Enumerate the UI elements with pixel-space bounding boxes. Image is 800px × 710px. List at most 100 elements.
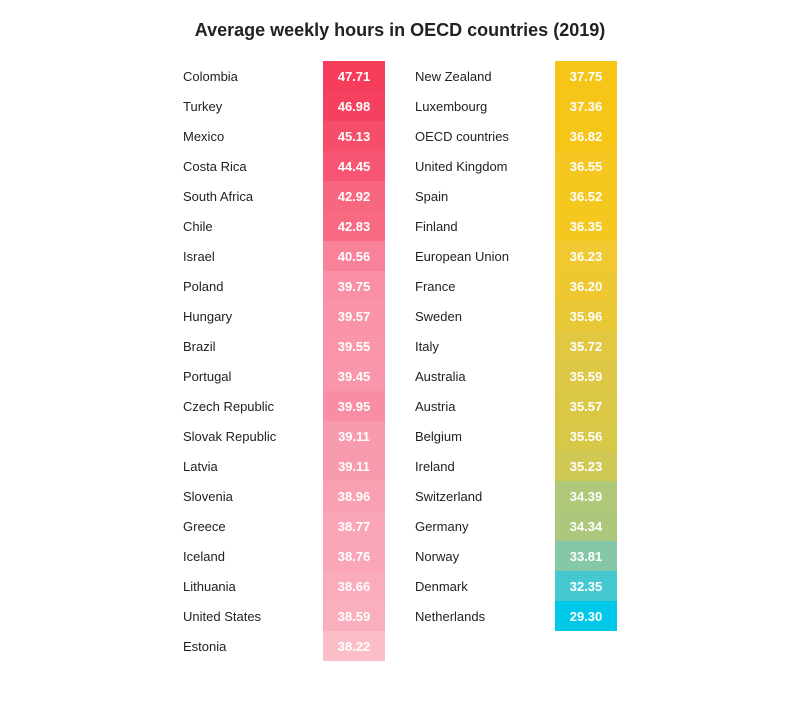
value-box: 46.98 <box>323 91 385 121</box>
table-row: Spain36.52 <box>415 181 617 211</box>
country-label: Estonia <box>183 631 323 661</box>
country-label: Iceland <box>183 541 323 571</box>
country-label: Luxembourg <box>415 91 555 121</box>
value-box: 35.59 <box>555 361 617 391</box>
country-label: Colombia <box>183 61 323 91</box>
table-row: South Africa42.92 <box>183 181 385 211</box>
table-row: Costa Rica44.45 <box>183 151 385 181</box>
country-label: Israel <box>183 241 323 271</box>
value-box: 38.59 <box>323 601 385 631</box>
value-box: 35.56 <box>555 421 617 451</box>
country-label: Denmark <box>415 571 555 601</box>
table-row: Latvia39.11 <box>183 451 385 481</box>
table-row: Luxembourg37.36 <box>415 91 617 121</box>
table-row: Netherlands29.30 <box>415 601 617 631</box>
table-row: Sweden35.96 <box>415 301 617 331</box>
value-box: 38.22 <box>323 631 385 661</box>
country-label: Slovenia <box>183 481 323 511</box>
value-box: 35.96 <box>555 301 617 331</box>
table-row: France36.20 <box>415 271 617 301</box>
table-row: Australia35.59 <box>415 361 617 391</box>
chart-container: Colombia47.71Turkey46.98Mexico45.13Costa… <box>20 61 780 661</box>
country-label: Poland <box>183 271 323 301</box>
table-row: Israel40.56 <box>183 241 385 271</box>
country-label: Portugal <box>183 361 323 391</box>
table-row: Belgium35.56 <box>415 421 617 451</box>
country-label: Lithuania <box>183 571 323 601</box>
value-box: 44.45 <box>323 151 385 181</box>
country-label: Czech Republic <box>183 391 323 421</box>
value-box: 35.23 <box>555 451 617 481</box>
country-label: United Kingdom <box>415 151 555 181</box>
value-box: 39.55 <box>323 331 385 361</box>
table-row: Colombia47.71 <box>183 61 385 91</box>
value-box: 35.57 <box>555 391 617 421</box>
country-label: European Union <box>415 241 555 271</box>
country-label: Latvia <box>183 451 323 481</box>
value-box: 36.23 <box>555 241 617 271</box>
country-label: Costa Rica <box>183 151 323 181</box>
value-box: 37.36 <box>555 91 617 121</box>
country-label: Finland <box>415 211 555 241</box>
table-row: Iceland38.76 <box>183 541 385 571</box>
country-label: Australia <box>415 361 555 391</box>
country-label: Austria <box>415 391 555 421</box>
value-box: 38.76 <box>323 541 385 571</box>
table-row: Chile42.83 <box>183 211 385 241</box>
value-box: 33.81 <box>555 541 617 571</box>
value-box: 38.66 <box>323 571 385 601</box>
country-label: New Zealand <box>415 61 555 91</box>
table-row: Norway33.81 <box>415 541 617 571</box>
value-box: 38.96 <box>323 481 385 511</box>
left-column: Colombia47.71Turkey46.98Mexico45.13Costa… <box>183 61 385 661</box>
country-label: Turkey <box>183 91 323 121</box>
value-box: 39.75 <box>323 271 385 301</box>
value-box: 36.35 <box>555 211 617 241</box>
country-label: Italy <box>415 331 555 361</box>
table-row: Poland39.75 <box>183 271 385 301</box>
country-label: Mexico <box>183 121 323 151</box>
table-row: Slovenia38.96 <box>183 481 385 511</box>
value-box: 47.71 <box>323 61 385 91</box>
country-label: Chile <box>183 211 323 241</box>
country-label: France <box>415 271 555 301</box>
country-label: Germany <box>415 511 555 541</box>
table-row: Italy35.72 <box>415 331 617 361</box>
table-row: Slovak Republic39.11 <box>183 421 385 451</box>
table-row: OECD countries36.82 <box>415 121 617 151</box>
value-box: 32.35 <box>555 571 617 601</box>
value-box: 37.75 <box>555 61 617 91</box>
table-row: Lithuania38.66 <box>183 571 385 601</box>
country-label: South Africa <box>183 181 323 211</box>
country-label: OECD countries <box>415 121 555 151</box>
table-row: Mexico45.13 <box>183 121 385 151</box>
table-row: Austria35.57 <box>415 391 617 421</box>
table-row: Portugal39.45 <box>183 361 385 391</box>
table-row: Denmark32.35 <box>415 571 617 601</box>
country-label: Spain <box>415 181 555 211</box>
country-label: Hungary <box>183 301 323 331</box>
country-label: Slovak Republic <box>183 421 323 451</box>
value-box: 34.34 <box>555 511 617 541</box>
country-label: Belgium <box>415 421 555 451</box>
value-box: 42.92 <box>323 181 385 211</box>
country-label: Greece <box>183 511 323 541</box>
table-row: Hungary39.57 <box>183 301 385 331</box>
table-row: New Zealand37.75 <box>415 61 617 91</box>
country-label: Brazil <box>183 331 323 361</box>
table-row: Estonia38.22 <box>183 631 385 661</box>
value-box: 36.82 <box>555 121 617 151</box>
table-row: Turkey46.98 <box>183 91 385 121</box>
value-box: 45.13 <box>323 121 385 151</box>
right-column: New Zealand37.75Luxembourg37.36OECD coun… <box>415 61 617 661</box>
value-box: 38.77 <box>323 511 385 541</box>
table-row: Finland36.35 <box>415 211 617 241</box>
value-box: 40.56 <box>323 241 385 271</box>
value-box: 35.72 <box>555 331 617 361</box>
table-row: Ireland35.23 <box>415 451 617 481</box>
country-label: Sweden <box>415 301 555 331</box>
table-row: Brazil39.55 <box>183 331 385 361</box>
table-row: Germany34.34 <box>415 511 617 541</box>
value-box: 39.11 <box>323 451 385 481</box>
table-row: Czech Republic39.95 <box>183 391 385 421</box>
